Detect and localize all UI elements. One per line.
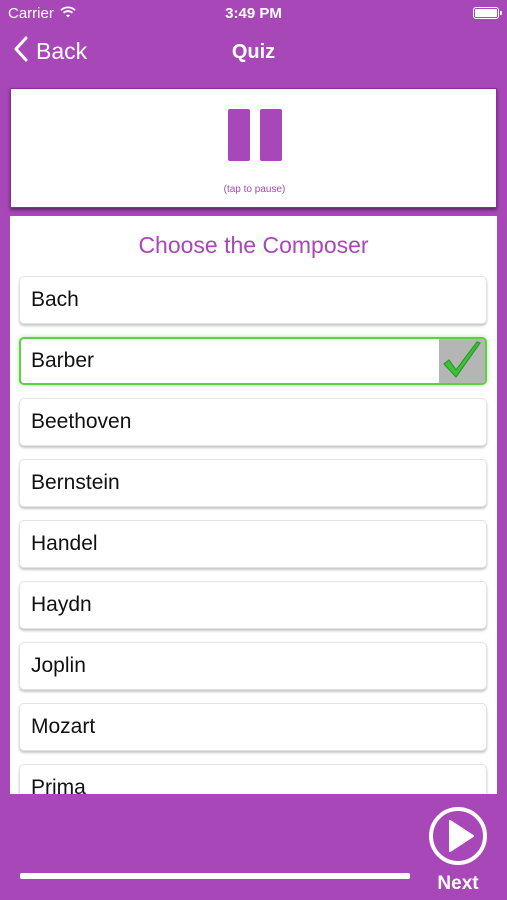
answer-option[interactable]: Beethoven bbox=[19, 398, 487, 446]
pause-hint: (tap to pause) bbox=[223, 184, 286, 195]
answer-label: Bach bbox=[31, 288, 79, 311]
pause-button[interactable] bbox=[228, 109, 282, 161]
answer-option[interactable]: Handel bbox=[19, 520, 487, 568]
pause-icon-bar bbox=[260, 109, 282, 161]
answer-label: Haydn bbox=[31, 593, 92, 616]
answer-label: Joplin bbox=[31, 654, 86, 677]
correct-indicator bbox=[439, 339, 485, 383]
answer-option[interactable]: Haydn bbox=[19, 581, 487, 629]
answer-option-correct[interactable]: Barber bbox=[19, 337, 487, 385]
status-time: 3:49 PM bbox=[225, 5, 282, 22]
answer-label: Bernstein bbox=[31, 471, 120, 494]
progress-fill bbox=[20, 873, 410, 879]
answer-option[interactable]: Bernstein bbox=[19, 459, 487, 507]
answer-option[interactable]: Bach bbox=[19, 276, 487, 324]
answer-label: Beethoven bbox=[31, 410, 132, 433]
answer-option[interactable]: Mozart bbox=[19, 703, 487, 751]
answer-label: Barber bbox=[31, 349, 95, 372]
answer-option[interactable]: Prima bbox=[19, 764, 487, 794]
progress-bar bbox=[20, 873, 410, 879]
play-circle-icon bbox=[429, 807, 487, 865]
answer-label: Mozart bbox=[31, 715, 96, 738]
battery-icon bbox=[473, 7, 502, 19]
status-bar: Carrier 3:49 PM bbox=[0, 0, 507, 28]
next-label: Next bbox=[437, 873, 479, 894]
answer-label: Prima bbox=[31, 776, 86, 794]
next-button[interactable]: Next bbox=[426, 804, 490, 896]
page-title: Quiz bbox=[231, 41, 276, 63]
player-card: (tap to pause) bbox=[10, 88, 497, 208]
quiz-heading: Choose the Composer bbox=[138, 232, 369, 258]
answer-label: Handel bbox=[31, 532, 98, 555]
quiz-panel: Choose the Composer Bach Barber Beethove… bbox=[10, 216, 497, 794]
checkmark-icon bbox=[443, 341, 481, 378]
answer-list: Bach Barber Beethoven Bernstein Handel H… bbox=[19, 276, 487, 794]
pause-icon bbox=[228, 109, 250, 161]
nav-bar: Back Quiz bbox=[0, 28, 507, 80]
answer-option[interactable]: Joplin bbox=[19, 642, 487, 690]
